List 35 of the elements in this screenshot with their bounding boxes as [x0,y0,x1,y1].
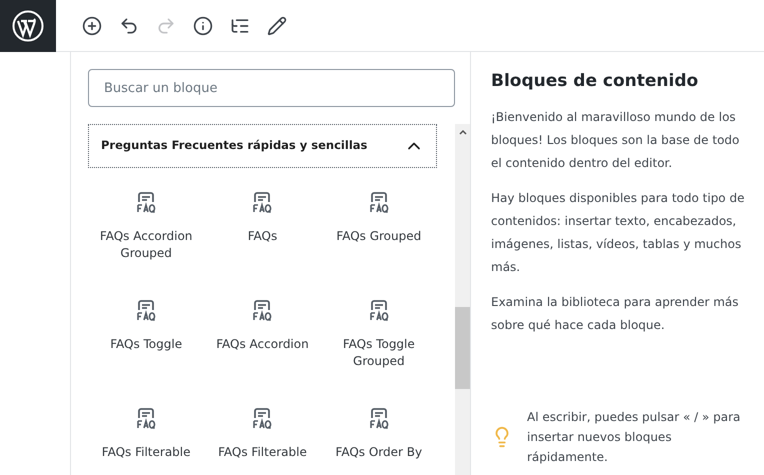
redo-icon [156,16,176,36]
faq-icon [136,300,156,322]
edit-icon [267,16,287,36]
help-title: Bloques de contenido [491,70,700,93]
faq-icon [252,408,272,430]
block-item[interactable]: FAQs Order By [320,404,437,475]
undo-icon [119,16,139,36]
block-item[interactable]: FAQs Toggle Grouped [320,296,437,404]
info-icon [193,16,213,36]
faq-icon [136,192,156,214]
faq-icon [368,300,389,322]
block-item[interactable]: FAQs Filterable [204,404,321,475]
scrollbar[interactable] [455,124,470,475]
scroll-up-icon [458,129,466,135]
scrollbar-thumb[interactable] [455,307,470,389]
help-paragraph: ¡Bienvenido al maravilloso mundo de los bloques! Los bloques son la base de todo el contenido dentro del editor. [491,109,740,172]
wordpress-logo[interactable] [0,0,56,52]
search-field[interactable]: Buscar un bloque [88,69,455,107]
block-item[interactable]: FAQs Accordion [204,296,321,404]
block-item[interactable]: FAQs Filterable [88,404,204,475]
faq-icon [252,300,272,322]
block-item[interactable]: FAQs [204,188,321,296]
faq-icon [252,192,272,214]
block-item[interactable]: FAQs Accordion Grouped [88,188,204,296]
panel-header[interactable]: Preguntas Frecuentes rápidas y sencillas [88,124,437,168]
faq-icon [368,192,389,214]
help-paragraph: Examina la biblioteca para aprender más sobre qué hace cada bloque. [491,294,740,334]
block-item[interactable]: FAQs Toggle [88,296,204,404]
help-paragraph: Hay bloques disponibles para todo tipo de contenidos: insertar texto, encabezados, imágenes, listas, vídeos, tablas y muchos más. [491,190,746,276]
wordpress-icon [12,10,44,42]
add-icon [82,16,102,36]
block-item[interactable]: FAQs Grouped [320,188,437,296]
faq-icon [368,408,389,430]
tip-text: Al escribir, puedes pulsar « / » para insertar nuevos bloques rápidamente. [527,409,742,466]
faq-icon [136,408,156,430]
